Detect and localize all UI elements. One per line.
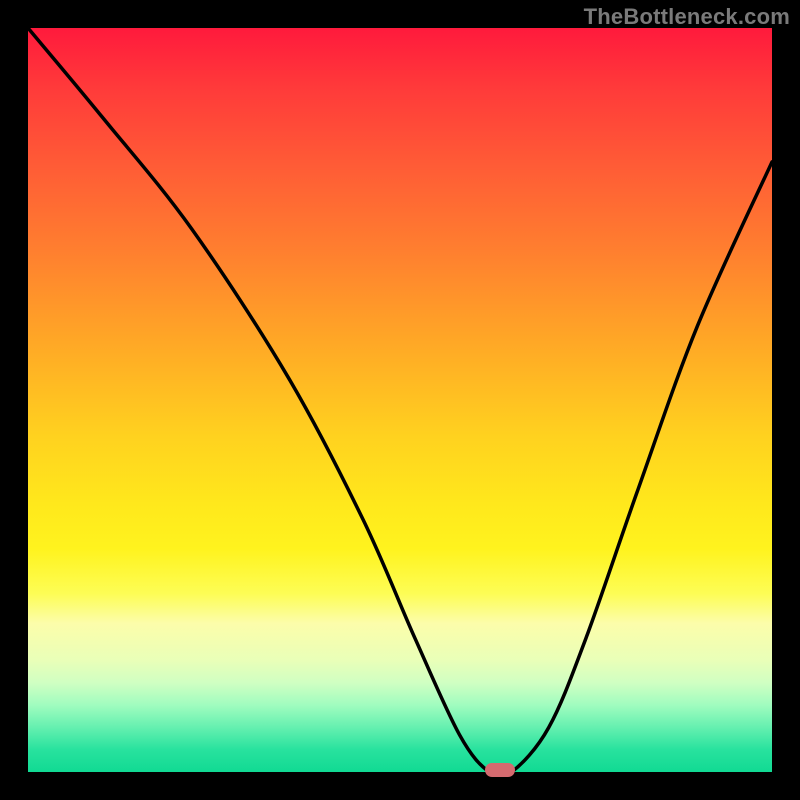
chart-frame: TheBottleneck.com [0, 0, 800, 800]
bottleneck-curve [28, 28, 772, 772]
optimum-marker [485, 763, 515, 777]
watermark-text: TheBottleneck.com [584, 4, 790, 30]
plot-area [28, 28, 772, 772]
